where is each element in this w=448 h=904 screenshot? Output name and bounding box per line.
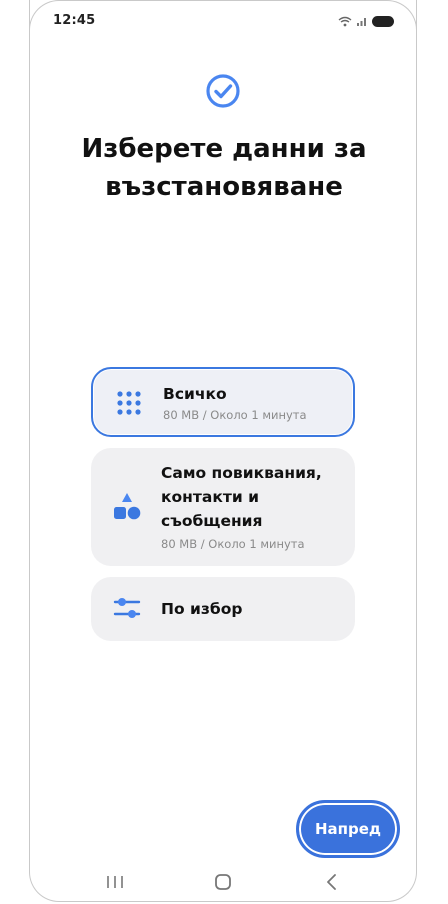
signal-icon xyxy=(356,12,368,31)
check-badge-icon xyxy=(205,73,241,109)
option-calls-title-line2: контакти и xyxy=(161,488,259,506)
battery-icon xyxy=(372,16,394,27)
option-calls-title: Само повиквания, контакти и съобщения xyxy=(161,461,341,533)
sliders-icon xyxy=(113,596,141,624)
option-calls-title-line3: съобщения xyxy=(161,512,263,530)
option-custom[interactable]: По избор xyxy=(91,577,355,641)
recents-icon[interactable] xyxy=(103,870,127,894)
option-calls-contacts-messages[interactable]: Само повиквания, контакти и съобщения 80… xyxy=(91,448,355,566)
option-custom-title: По избор xyxy=(161,600,243,618)
page-title-line2: възстановяване xyxy=(105,172,343,202)
grid-dots-icon xyxy=(115,389,143,417)
status-icons xyxy=(338,12,394,31)
option-all-subtitle: 80 MB / Около 1 минута xyxy=(163,408,307,422)
option-calls-subtitle: 80 MB / Около 1 минута xyxy=(161,537,305,551)
wifi-icon xyxy=(338,12,352,31)
option-all-title: Всичко xyxy=(163,385,227,403)
status-time: 12:45 xyxy=(53,13,96,28)
next-button[interactable]: Напред xyxy=(296,800,400,858)
back-icon[interactable] xyxy=(320,870,344,894)
shapes-icon xyxy=(113,492,141,520)
page-title: Изберете данни за възстановяване xyxy=(40,130,408,206)
page-title-line1: Изберете данни за xyxy=(81,134,367,164)
option-all[interactable]: Всичко 80 MB / Около 1 минута xyxy=(91,367,355,437)
home-icon[interactable] xyxy=(211,870,235,894)
option-calls-title-line1: Само повиквания, xyxy=(161,464,322,482)
